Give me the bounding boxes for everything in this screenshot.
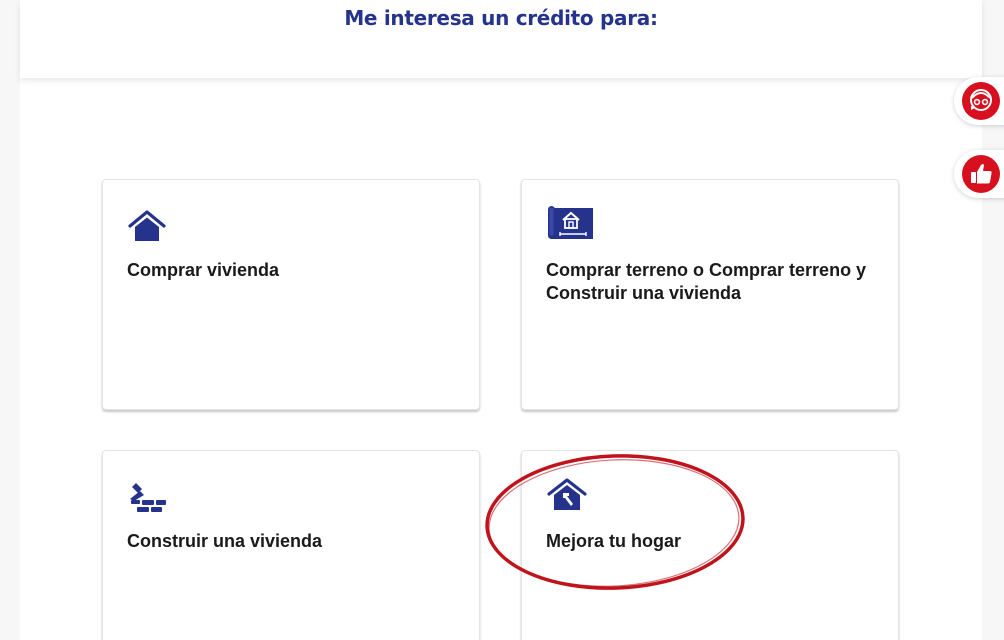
- card-mejora-tu-hogar[interactable]: Mejora tu hogar: [521, 450, 899, 640]
- bricks-trowel-icon: [127, 479, 169, 522]
- page: Me interesa un crédito para: Comprar viv…: [0, 0, 1004, 640]
- card-comprar-terreno[interactable]: Comprar terreno o Comprar terreno y Cons…: [521, 179, 899, 410]
- land-plan-icon: [546, 203, 594, 248]
- card-title: Mejora tu hogar: [546, 531, 682, 551]
- page-title: Me interesa un crédito para:: [344, 6, 658, 30]
- header-band: Me interesa un crédito para:: [20, 0, 982, 78]
- feedback-button[interactable]: [954, 150, 1004, 198]
- chat-assistant-button[interactable]: [954, 77, 1004, 125]
- card-title: Construir una vivienda: [127, 531, 323, 551]
- card-construir-vivienda[interactable]: Construir una vivienda: [102, 450, 480, 640]
- card-comprar-vivienda[interactable]: Comprar vivienda: [102, 179, 480, 410]
- card-title: Comprar vivienda: [127, 260, 280, 280]
- house-repair-icon: [546, 477, 588, 520]
- house-icon: [127, 208, 167, 249]
- chat-assistant-icon: [962, 82, 1000, 120]
- card-title: Comprar terreno o Comprar terreno y Cons…: [546, 260, 867, 303]
- thumbs-up-icon: [962, 155, 1000, 193]
